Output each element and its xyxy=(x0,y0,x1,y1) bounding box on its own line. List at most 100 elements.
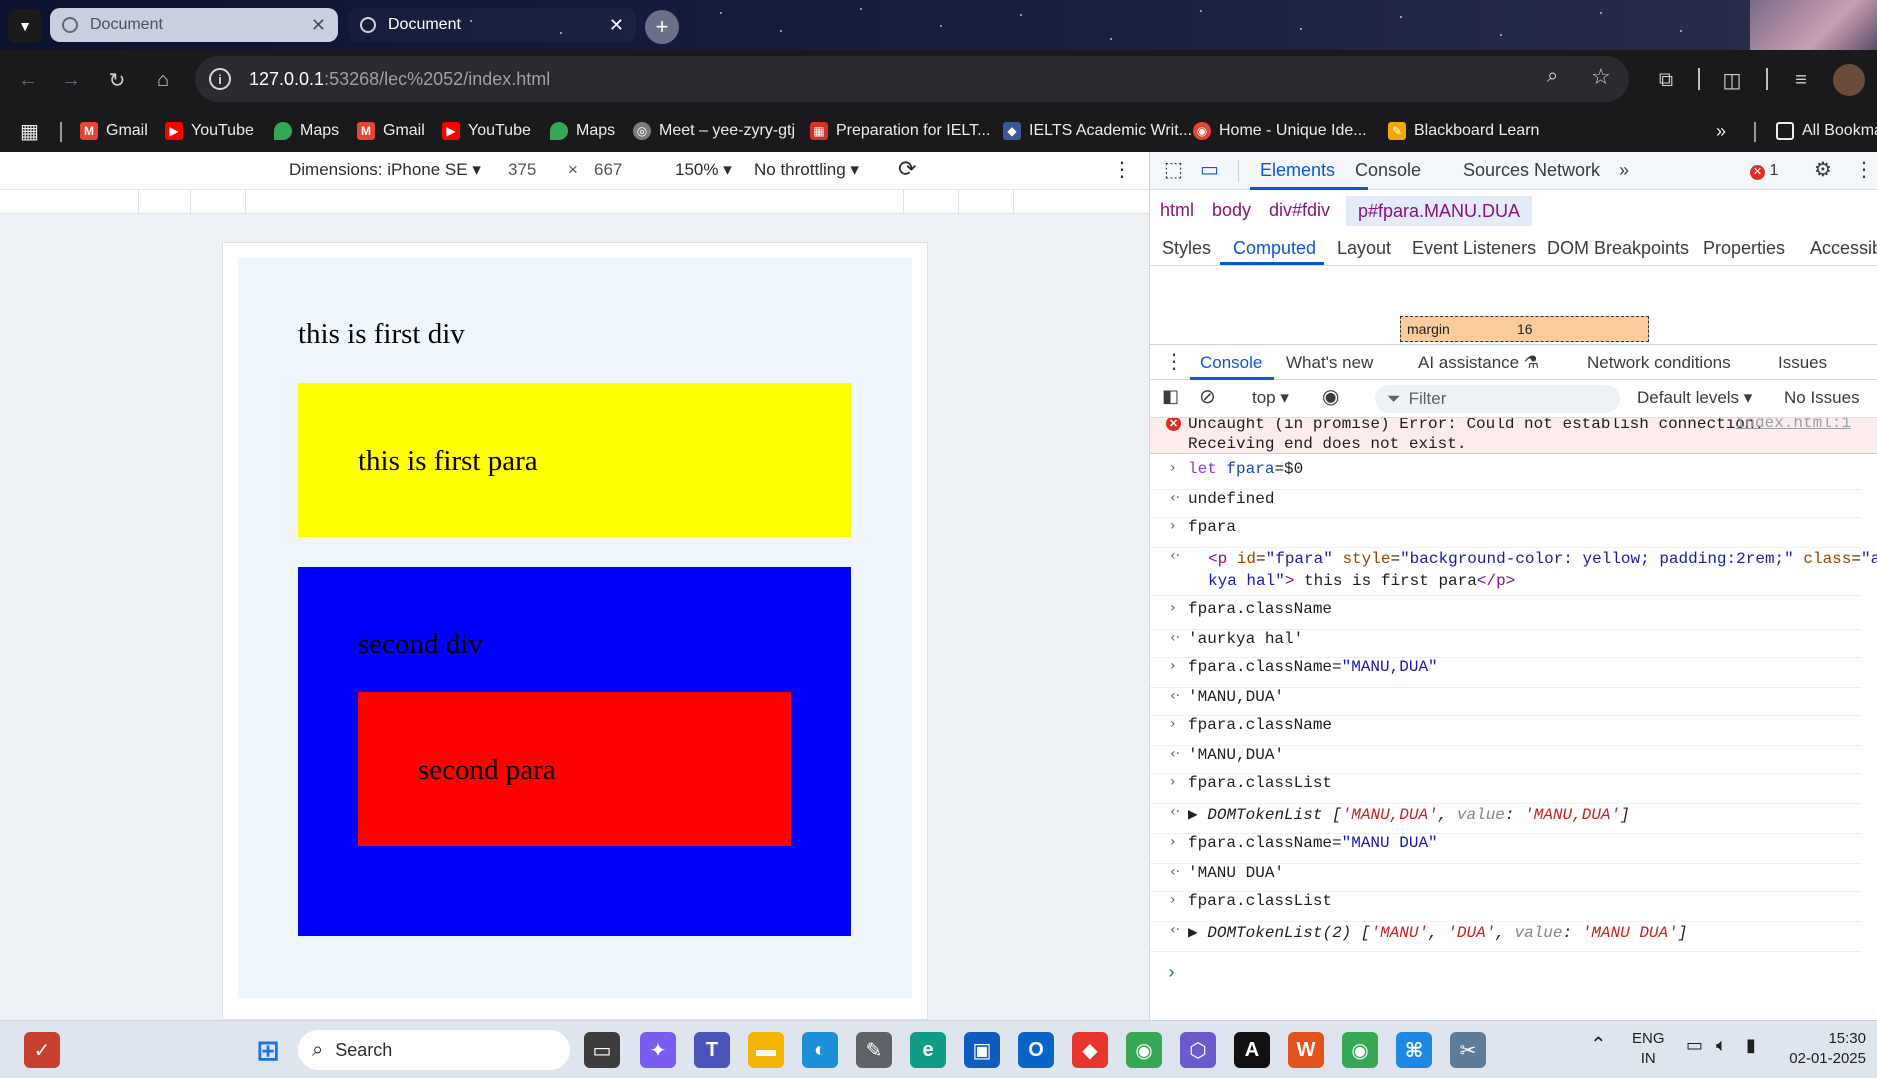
store-icon[interactable]: ▣ xyxy=(964,1032,1000,1068)
live-expression-eye-icon[interactable]: ◉ xyxy=(1322,384,1339,409)
drawer-tab-console[interactable]: Console xyxy=(1200,353,1262,373)
tab-elements[interactable]: Elements xyxy=(1260,160,1335,181)
bookmark-ielts-prep[interactable]: ▦ Preparation for IELT... xyxy=(810,118,990,144)
device-height-input[interactable]: 667 xyxy=(594,160,622,180)
media-controls-icon[interactable]: ≡ xyxy=(1785,64,1817,96)
device-select[interactable]: Dimensions: iPhone SE ▾ xyxy=(289,160,481,180)
pen-app-icon[interactable]: ✎ xyxy=(856,1032,892,1068)
settings-gear-icon[interactable]: ⚙ xyxy=(1814,157,1832,182)
bookmark-blackboard[interactable]: ✎ Blackboard Learn xyxy=(1388,118,1539,144)
more-options-icon[interactable]: ⋮ xyxy=(1112,157,1132,182)
show-hidden-icons[interactable]: ⌃ xyxy=(1590,1035,1607,1055)
console-filter-input[interactable]: ⏷ Filter xyxy=(1375,385,1620,413)
browser-app-icon[interactable]: ◐ xyxy=(802,1032,838,1068)
bookmark-unique-ideas[interactable]: ◉ Home - Unique Ide... xyxy=(1193,118,1367,144)
back-icon[interactable]: ← xyxy=(12,64,44,96)
address-bar[interactable]: i 127.0.0.1:53268/lec%2052/index.html ⌕ … xyxy=(195,56,1629,102)
tab-sources[interactable]: Sources xyxy=(1463,160,1529,181)
outlook-icon[interactable]: O xyxy=(1018,1032,1054,1068)
profile-avatar[interactable] xyxy=(1833,64,1865,96)
chrome-active-icon[interactable]: ◉ xyxy=(1342,1032,1378,1068)
bookmark-youtube[interactable]: ▶ YouTube xyxy=(165,118,254,144)
crumb-html[interactable]: html xyxy=(1160,200,1194,221)
more-bookmarks-icon[interactable]: » xyxy=(1716,118,1726,144)
inspect-element-icon[interactable]: ⬚ xyxy=(1164,157,1183,182)
error-source-link[interactable]: index.html:1 xyxy=(1736,418,1851,432)
edge-icon[interactable]: e xyxy=(910,1032,946,1068)
notification-app-icon[interactable]: ✓ xyxy=(24,1032,60,1068)
crumb-p-selected[interactable]: p#fpara.MANU.DUA xyxy=(1346,196,1533,226)
browser-tab-document-1[interactable]: Document ✕ xyxy=(50,8,338,42)
chrome-icon[interactable]: ◉ xyxy=(1126,1032,1162,1068)
crumb-div[interactable]: div#fdiv xyxy=(1269,200,1330,221)
subtab-layout[interactable]: Layout xyxy=(1337,238,1391,259)
anydesk-icon[interactable]: ◆ xyxy=(1072,1032,1108,1068)
home-icon[interactable]: ⌂ xyxy=(147,64,179,96)
subtab-event-listeners[interactable]: Event Listeners xyxy=(1412,238,1536,259)
zoom-icon[interactable]: ⌕ xyxy=(1547,65,1558,88)
apps-grid-icon[interactable]: ▦ xyxy=(20,118,39,144)
file-explorer-icon[interactable]: ▬ xyxy=(748,1032,784,1068)
throttling-select[interactable]: No throttling ▾ xyxy=(754,160,859,180)
more-tabs-icon[interactable]: » xyxy=(1619,160,1629,181)
start-windows-icon[interactable]: ⊞ xyxy=(250,1032,286,1068)
browser-tab-document-2[interactable]: Document ✕ xyxy=(348,8,636,42)
snipping-tool-icon[interactable]: ✂ xyxy=(1450,1032,1486,1068)
copilot-icon[interactable]: ✦ xyxy=(640,1032,676,1068)
box-model-margin[interactable]: margin 16 xyxy=(1400,316,1649,342)
drawer-menu-icon[interactable]: ⋮ xyxy=(1164,349,1184,374)
console-result-line[interactable]: ‹· ▶ DOMTokenList ['MANU,DUA', value: 'MA… xyxy=(1150,804,1861,834)
tab-search-button[interactable]: ▼ xyxy=(8,9,42,43)
console-result-line[interactable]: ‹· <p id="fpara" style="background-color:… xyxy=(1150,548,1877,596)
site-info-icon[interactable]: i xyxy=(209,68,231,90)
crumb-body[interactable]: body xyxy=(1212,200,1251,221)
screenshot-icon[interactable]: ◫ xyxy=(1716,64,1748,96)
console-result-line[interactable]: ‹· ▶ DOMTokenList(2) ['MANU', 'DUA', valu… xyxy=(1150,922,1861,952)
language-indicator[interactable]: ENG IN xyxy=(1632,1029,1665,1069)
battery-icon[interactable]: ▮ xyxy=(1746,1035,1756,1055)
app-icon[interactable]: ⬡ xyxy=(1180,1032,1216,1068)
device-width-input[interactable]: 375 xyxy=(508,160,536,180)
context-select[interactable]: top ▾ xyxy=(1252,388,1289,408)
bookmark-ielts-writing[interactable]: ◆ IELTS Academic Writ... xyxy=(1003,118,1192,144)
error-counter[interactable]: ✕ 1 xyxy=(1750,162,1778,180)
subtab-styles[interactable]: Styles xyxy=(1162,238,1211,259)
bookmark-star-icon[interactable]: ☆ xyxy=(1591,64,1611,90)
issues-counter[interactable]: No Issues xyxy=(1784,388,1860,408)
bookmark-youtube[interactable]: ▶ YouTube xyxy=(442,118,531,144)
bookmark-gmail[interactable]: M Gmail xyxy=(357,118,425,144)
extensions-icon[interactable]: ⧉ xyxy=(1650,64,1682,96)
zoom-select[interactable]: 150% ▾ xyxy=(675,160,732,180)
log-levels-select[interactable]: Default levels ▾ xyxy=(1637,388,1752,408)
subtab-properties[interactable]: Properties xyxy=(1703,238,1785,259)
device-toggle-icon[interactable]: ▭ xyxy=(1200,157,1219,182)
new-tab-button[interactable]: + xyxy=(645,10,679,44)
bookmark-gmail[interactable]: M Gmail xyxy=(80,118,148,144)
volume-icon[interactable]: 🔈︎ xyxy=(1716,1035,1727,1055)
subtab-dom-breakpoints[interactable]: DOM Breakpoints xyxy=(1547,238,1689,259)
close-tab-icon[interactable]: ✕ xyxy=(311,15,326,36)
reload-icon[interactable]: ↻ xyxy=(101,64,133,96)
drawer-tab-issues[interactable]: Issues xyxy=(1778,353,1827,373)
teams-icon[interactable]: T xyxy=(694,1032,730,1068)
network-icon[interactable]: ▭ xyxy=(1686,1035,1703,1055)
affinity-icon[interactable]: A xyxy=(1234,1032,1270,1068)
subtab-computed[interactable]: Computed xyxy=(1233,238,1316,259)
drawer-tab-whats-new[interactable]: What's new xyxy=(1286,353,1373,373)
forward-icon[interactable]: → xyxy=(55,64,87,96)
clock[interactable]: 15:30 02-01-2025 xyxy=(1786,1029,1866,1069)
sidebar-toggle-icon[interactable]: ◧ xyxy=(1162,386,1179,407)
vscode-icon[interactable]: ⌘ xyxy=(1396,1032,1432,1068)
subtab-accessibility[interactable]: Accessibili xyxy=(1810,238,1877,259)
taskbar-search-box[interactable]: ⌕ Search xyxy=(298,1030,570,1070)
tab-console[interactable]: Console xyxy=(1355,160,1421,181)
bookmark-meet[interactable]: ◎ Meet – yee-zyry-gtj xyxy=(633,118,795,144)
devtools-menu-icon[interactable]: ⋮ xyxy=(1854,157,1874,182)
tab-network[interactable]: Network xyxy=(1534,160,1600,181)
rotate-icon[interactable]: ⟳ xyxy=(898,156,916,182)
task-view-icon[interactable]: ▭ xyxy=(584,1032,620,1068)
bookmark-maps[interactable]: Maps xyxy=(550,118,615,144)
clear-console-icon[interactable]: ⊘ xyxy=(1199,384,1216,409)
drawer-tab-ai-assistance[interactable]: AI assistance ⚗ xyxy=(1418,353,1539,373)
close-tab-icon[interactable]: ✕ xyxy=(609,15,624,36)
